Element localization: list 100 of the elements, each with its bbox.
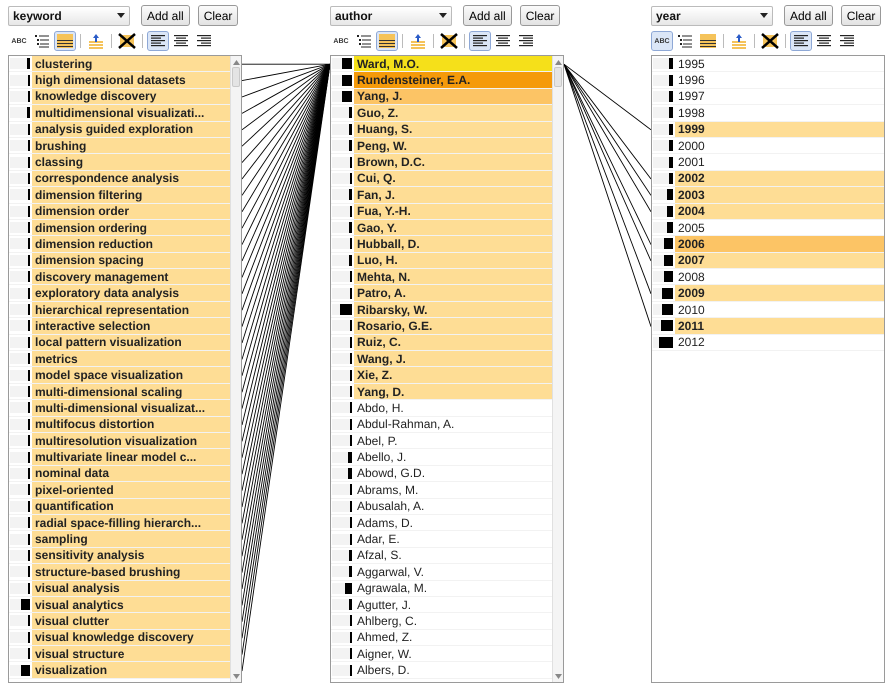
scroll-up-icon: [554, 60, 562, 65]
list-item[interactable]: radial space-filling hierarch...: [32, 514, 230, 530]
scrollbar[interactable]: [552, 56, 563, 682]
clear-button[interactable]: Clear: [520, 5, 560, 26]
toolbar-button[interactable]: [116, 31, 138, 51]
clear-button[interactable]: Clear: [198, 5, 238, 26]
list-item[interactable]: visual analysis: [32, 580, 230, 596]
list-item[interactable]: 2004: [675, 204, 884, 219]
list-item[interactable]: Luo, H.: [354, 252, 552, 268]
list-item[interactable]: Brown, D.C.: [354, 154, 552, 170]
list-item[interactable]: Huang, S.: [354, 122, 552, 137]
list-item[interactable]: hierarchical representation: [32, 302, 230, 318]
list-item[interactable]: classing: [32, 154, 230, 170]
list-item[interactable]: dimension reduction: [32, 236, 230, 252]
list-item[interactable]: multifocus distortion: [32, 416, 230, 432]
toolbar-button[interactable]: [54, 31, 76, 51]
toolbar-button[interactable]: [376, 31, 398, 51]
list-item[interactable]: Fua, Y.-H.: [354, 204, 552, 219]
toolbar-button[interactable]: [759, 31, 781, 51]
list-item[interactable]: 2002: [675, 170, 884, 186]
list-item[interactable]: Ruiz, C.: [354, 334, 552, 350]
list-item[interactable]: multidimensional visualizati...: [32, 105, 230, 121]
list-item[interactable]: exploratory data analysis: [32, 285, 230, 301]
list-item[interactable]: 1999: [675, 122, 884, 137]
list-item[interactable]: Ward, M.O.: [354, 56, 552, 72]
list-item[interactable]: 2007: [675, 252, 884, 268]
list-item[interactable]: sensitivity analysis: [32, 548, 230, 564]
align-center-icon: [817, 35, 831, 47]
list-item[interactable]: knowledge discovery: [32, 88, 230, 104]
list-item[interactable]: Peng, W.: [354, 138, 552, 154]
scroll-down-icon: [554, 674, 562, 679]
list-item[interactable]: interactive selection: [32, 318, 230, 334]
list-item[interactable]: clustering: [32, 56, 230, 72]
list-item[interactable]: high dimensional datasets: [32, 72, 230, 88]
field-dropdown[interactable]: year: [651, 6, 773, 26]
list-item[interactable]: dimension ordering: [32, 220, 230, 236]
toolbar-button[interactable]: [147, 31, 169, 51]
list-item[interactable]: visual knowledge discovery: [32, 630, 230, 646]
align-left-icon: [473, 35, 487, 47]
list-item[interactable]: Wang, J.: [354, 351, 552, 366]
list-item[interactable]: multi-dimensional visualizat...: [32, 400, 230, 416]
list-item[interactable]: visual analytics: [32, 596, 230, 612]
list-item[interactable]: 2011: [675, 318, 884, 334]
dropdown-caret-icon: [439, 13, 447, 18]
align-right-icon: [197, 35, 211, 47]
list-item[interactable]: Hubball, D.: [354, 236, 552, 252]
clear-button[interactable]: Clear: [840, 5, 882, 26]
toolbar-button[interactable]: [697, 31, 719, 51]
list-item[interactable]: Cui, Q.: [354, 170, 552, 186]
toolbar-button[interactable]: [438, 31, 460, 51]
list-item[interactable]: 2009: [675, 285, 884, 301]
scroll-thumb[interactable]: [554, 67, 562, 87]
list-item[interactable]: Ribarsky, W.: [354, 302, 552, 318]
list-item[interactable]: Guo, Z.: [354, 105, 552, 121]
list-item[interactable]: 2006: [675, 236, 884, 252]
list-icon: [35, 34, 49, 48]
list-item[interactable]: local pattern visualization: [32, 334, 230, 350]
list-item[interactable]: Patro, A.: [354, 285, 552, 301]
list-item[interactable]: analysis guided exploration: [32, 122, 230, 137]
list-item[interactable]: Rundensteiner, E.A.: [354, 72, 552, 88]
add-all-button[interactable]: Add all: [463, 5, 512, 26]
list-item[interactable]: multi-dimensional scaling: [32, 384, 230, 400]
list-item[interactable]: visual structure: [32, 646, 230, 662]
list-item[interactable]: visual clutter: [32, 613, 230, 629]
list-item[interactable]: structure-based brushing: [32, 564, 230, 580]
scroll-thumb[interactable]: [232, 67, 240, 87]
list-item[interactable]: brushing: [32, 138, 230, 154]
field-dropdown[interactable]: keyword: [8, 6, 130, 26]
list-item[interactable]: multiresolution visualization: [32, 432, 230, 448]
list-item[interactable]: sampling: [32, 531, 230, 547]
list-item[interactable]: metrics: [32, 351, 230, 366]
list-item[interactable]: dimension order: [32, 204, 230, 219]
list-item[interactable]: Yang, D.: [354, 384, 552, 400]
list-item[interactable]: visualization: [32, 662, 230, 678]
list-item[interactable]: 2003: [675, 187, 884, 203]
list-item[interactable]: pixel-oriented: [32, 482, 230, 498]
list-item[interactable]: Gao, Y.: [354, 220, 552, 236]
add-all-button[interactable]: Add all: [141, 5, 190, 26]
list-item[interactable]: Fan, J.: [354, 187, 552, 203]
list-item[interactable]: dimension spacing: [32, 252, 230, 268]
list-item[interactable]: discovery management: [32, 269, 230, 284]
list-item[interactable]: Mehta, N.: [354, 269, 552, 284]
list-item[interactable]: Yang, J.: [354, 88, 552, 104]
list-item[interactable]: Rosario, G.E.: [354, 318, 552, 334]
dropdown-caret-icon: [760, 13, 768, 18]
list-item[interactable]: quantification: [32, 498, 230, 514]
list-item[interactable]: Xie, Z.: [354, 367, 552, 383]
add-all-button[interactable]: Add all: [784, 5, 833, 26]
list-item[interactable]: nominal data: [32, 466, 230, 482]
field-dropdown[interactable]: author: [330, 6, 452, 26]
list-icon: [357, 34, 371, 48]
toolbar-button[interactable]: [469, 31, 491, 51]
rows-icon: [700, 34, 716, 48]
list-item[interactable]: dimension filtering: [32, 187, 230, 203]
list-item[interactable]: multivariate linear model c...: [32, 449, 230, 465]
toolbar-button[interactable]: [790, 31, 812, 51]
align-right-icon: [840, 35, 854, 47]
scrollbar[interactable]: [230, 56, 241, 682]
list-item[interactable]: model space visualization: [32, 367, 230, 383]
list-item[interactable]: correspondence analysis: [32, 170, 230, 186]
